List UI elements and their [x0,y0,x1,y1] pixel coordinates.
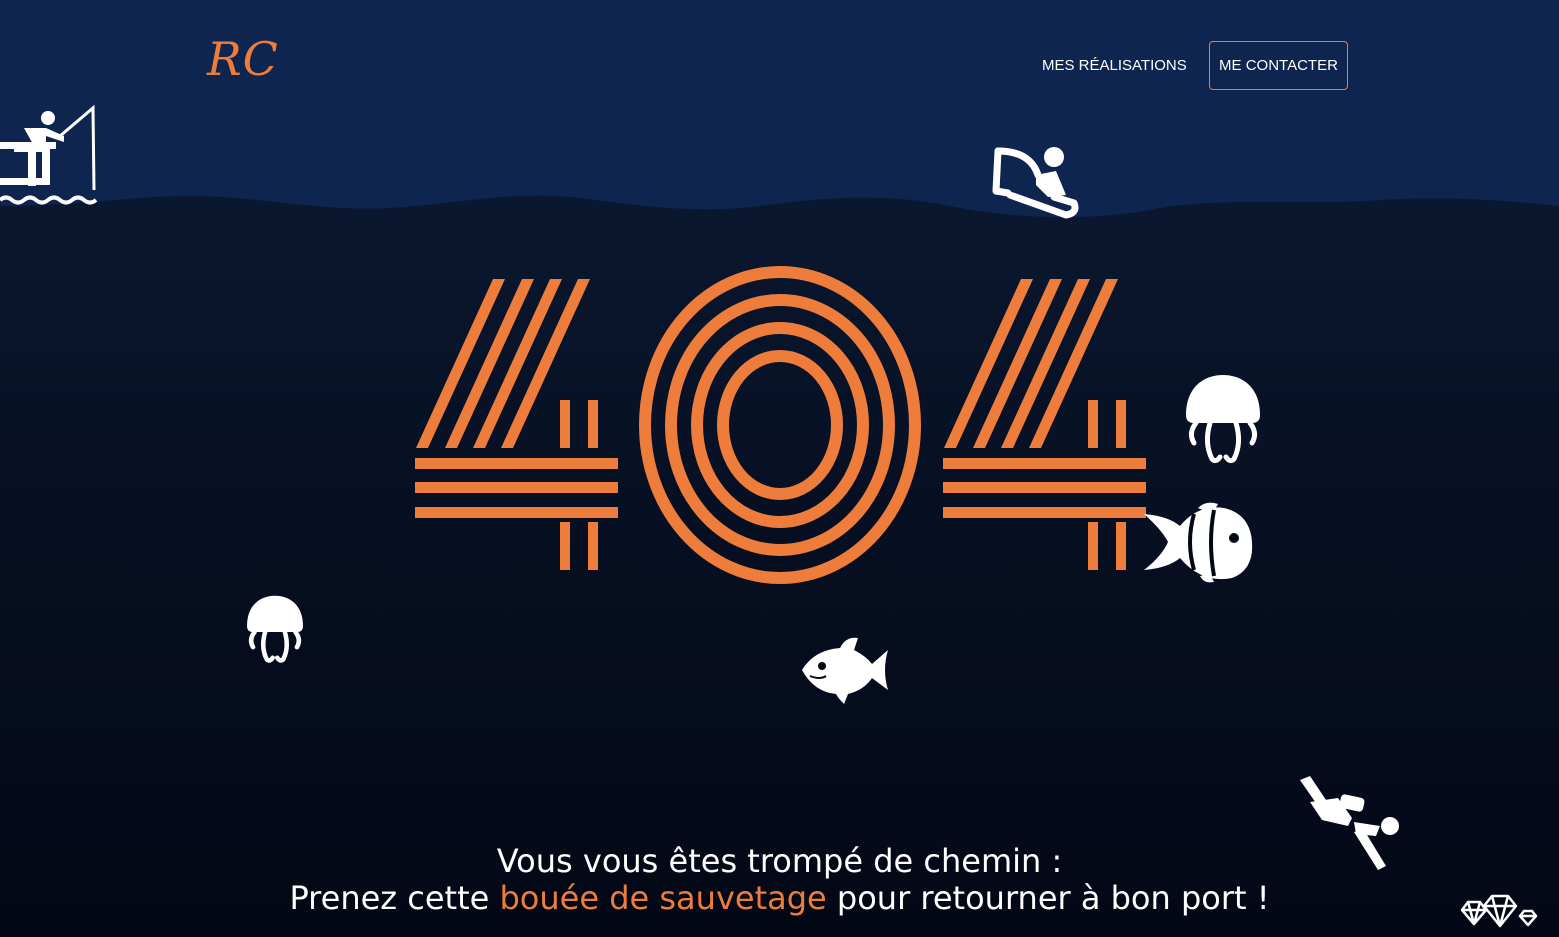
fish-icon [802,637,888,704]
message-line-2: Prenez cette bouée de sauvetage pour ret… [0,880,1559,917]
fisherman-icon [0,104,98,205]
diamonds-icon [1460,894,1538,928]
logo[interactable]: RC [207,36,279,82]
jellyfish-icon [247,595,303,663]
lifebuoy-link[interactable]: bouée de sauvetage [499,879,826,917]
nav-realisations-link[interactable]: MES RÉALISATIONS [1042,57,1187,74]
message-line-2-before: Prenez cette [289,879,500,917]
error-code-404 [415,266,1146,584]
message-line-2-after: pour retourner à bon port ! [826,879,1270,917]
message-line-1: Vous vous êtes trompé de chemin : [496,842,1063,880]
error-message: Vous vous êtes trompé de chemin : Prenez… [0,843,1559,917]
clownfish-icon [1144,502,1253,583]
boat-rider-icon [992,147,1079,219]
jellyfish-icon [1186,375,1260,464]
contact-button[interactable]: ME CONTACTER [1209,41,1348,90]
